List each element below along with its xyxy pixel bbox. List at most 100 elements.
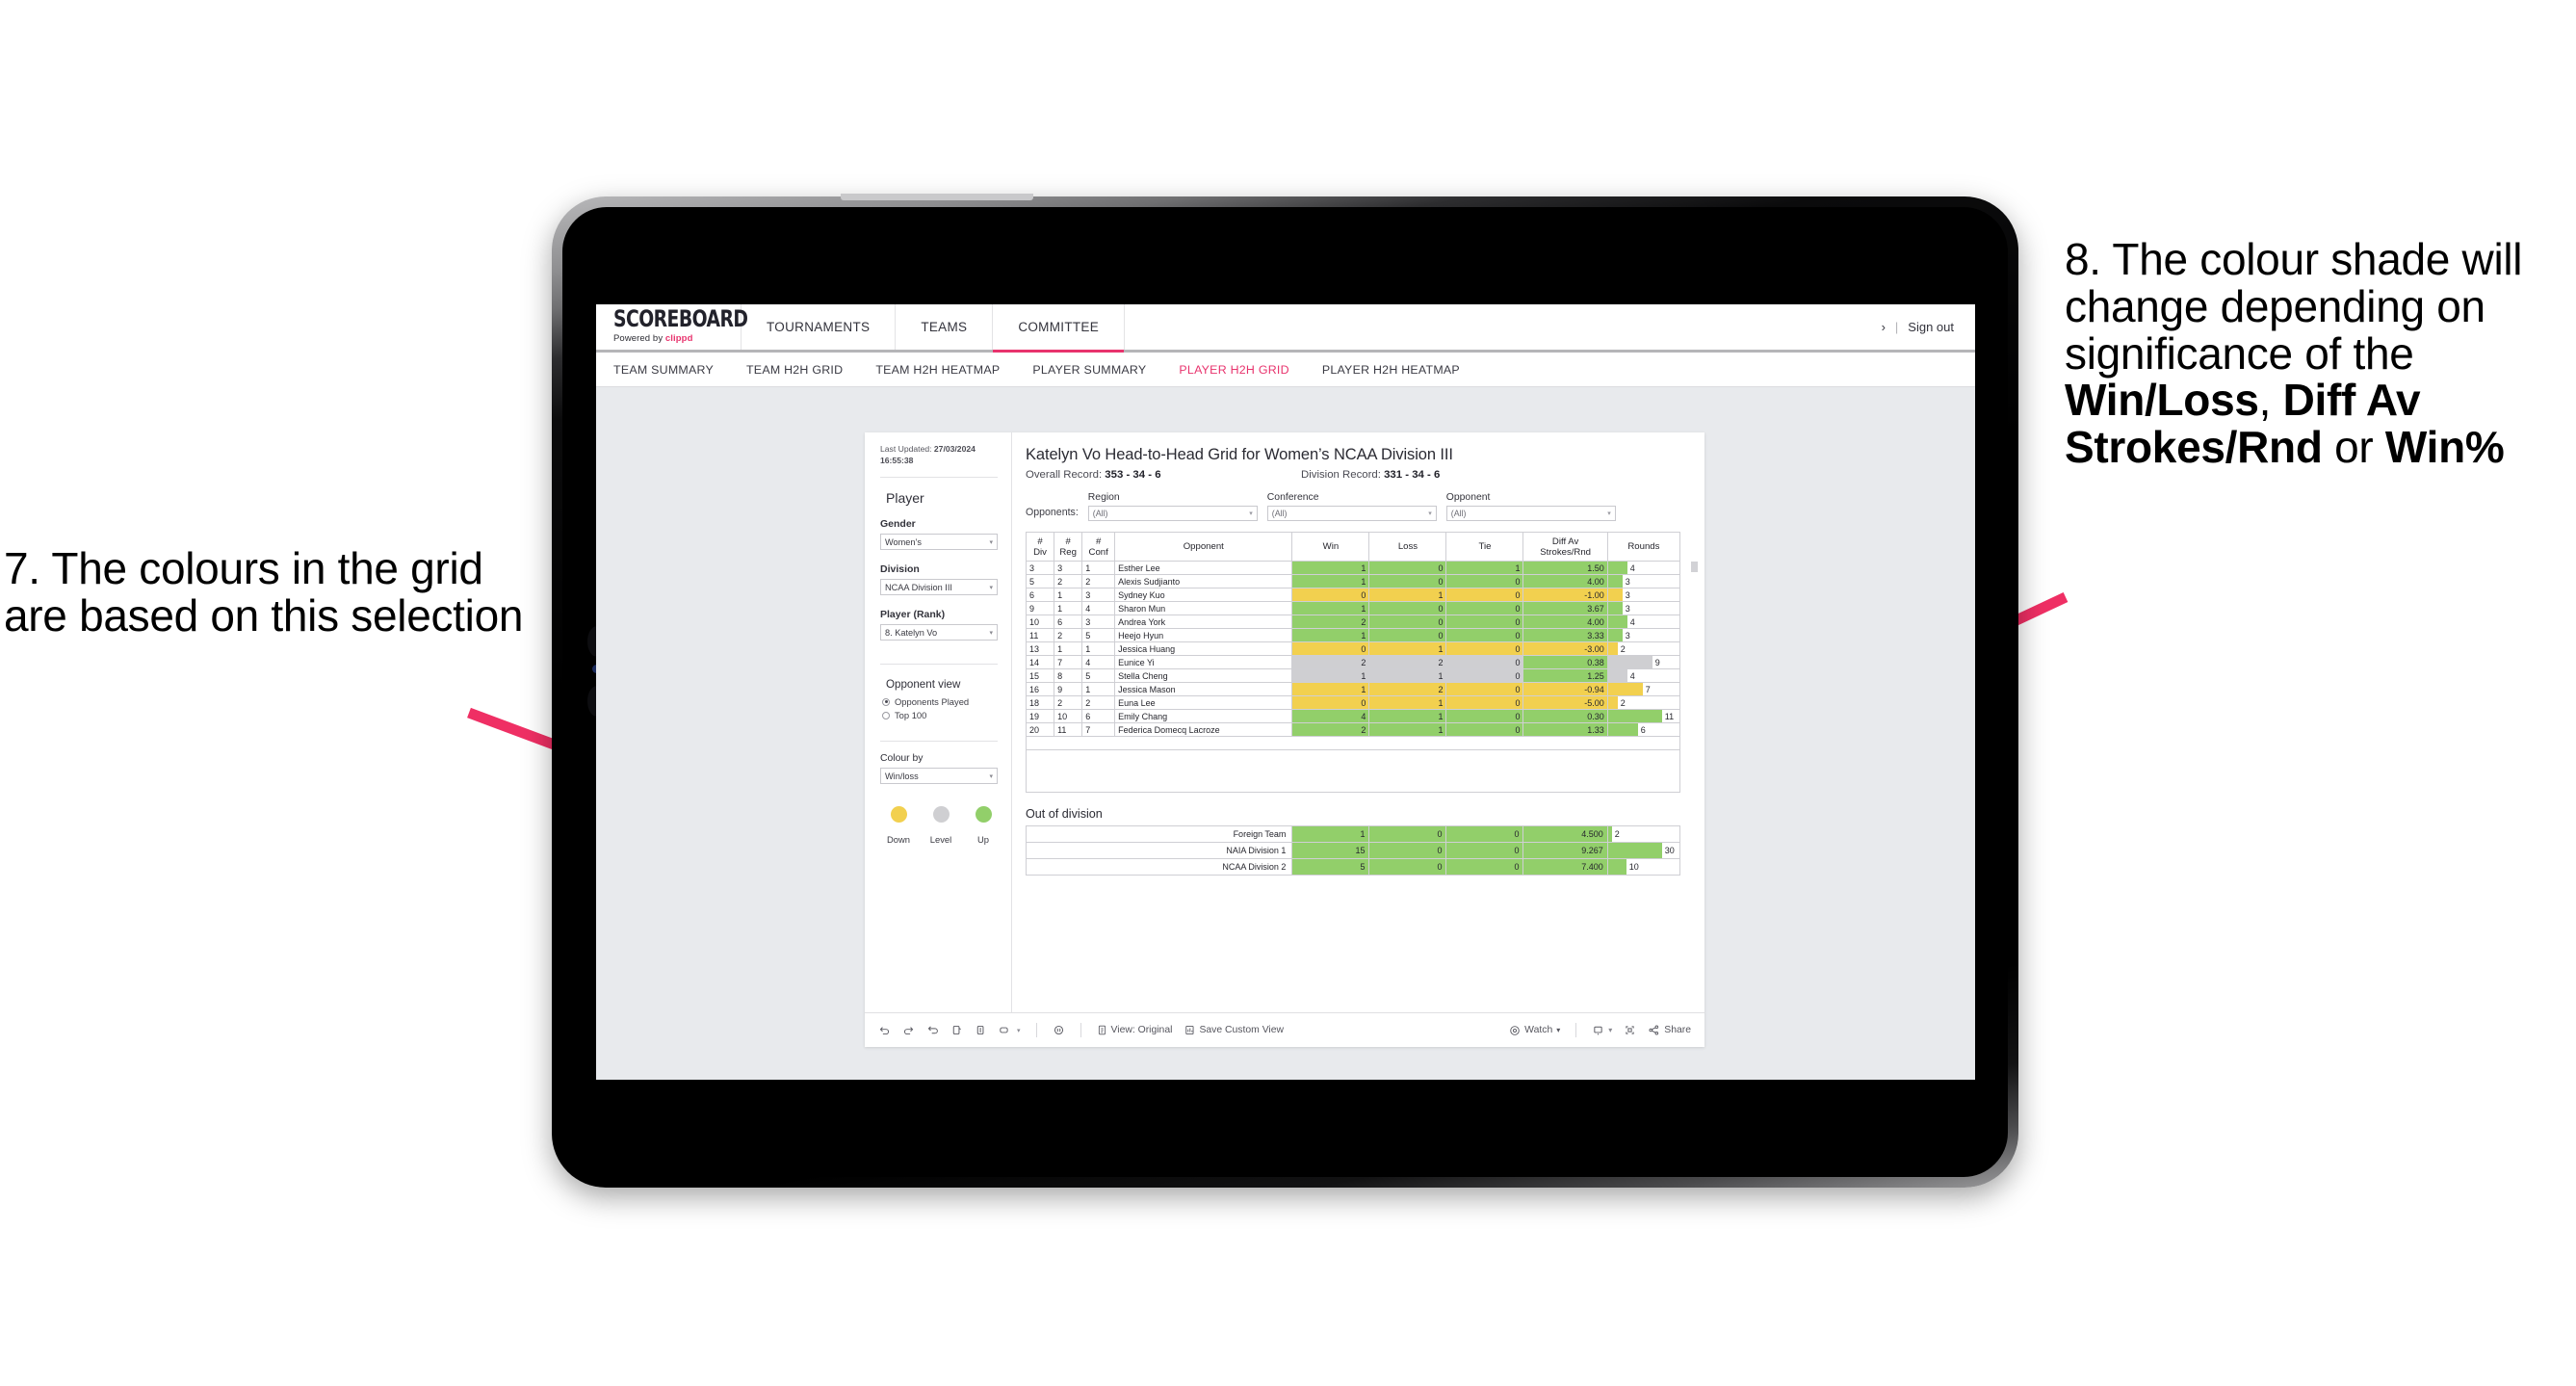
- tab-team-h2h-heatmap[interactable]: TEAM H2H HEATMAP: [875, 363, 1000, 377]
- rounds-value: 2: [1620, 697, 1626, 708]
- view-original-button[interactable]: View: Original: [1097, 1024, 1172, 1036]
- tab-team-summary[interactable]: TEAM SUMMARY: [613, 363, 714, 377]
- table-row[interactable]: 13 1 1 Jessica Huang 0 1 0 -3.00 2: [1025, 641, 1681, 656]
- sign-out-link[interactable]: Sign out: [1908, 320, 1954, 334]
- rounds-bar: [1607, 562, 1627, 574]
- legend-caption-up: Up: [977, 834, 989, 846]
- revert-icon[interactable]: [926, 1024, 939, 1036]
- table-row[interactable]: 16 9 1 Jessica Mason 1 2 0 -0.94 7: [1025, 682, 1681, 696]
- opponent-view-title: Opponent view: [886, 678, 961, 692]
- cell-win: 0: [1291, 695, 1370, 710]
- viz-toolbar: ▾ View: Original Save Custom View Watch …: [865, 1012, 1704, 1047]
- cell-loss: 0: [1368, 561, 1447, 575]
- table-row[interactable]: 20 11 7 Federica Domecq Lacroze 2 1 0 1.33 6: [1025, 722, 1681, 737]
- table-row[interactable]: 6 1 3 Sydney Kuo 0 1 0 -1.00 3: [1025, 588, 1681, 602]
- table-row[interactable]: Foreign Team 1 0 0 4.500 2: [1025, 825, 1681, 843]
- table-row[interactable]: NCAA Division 2 5 0 0 7.400 10: [1025, 858, 1681, 876]
- tab-team-h2h-grid[interactable]: TEAM H2H GRID: [746, 363, 843, 377]
- legend-item-level: Level: [928, 806, 953, 845]
- cell-opponent: Andrea York: [1114, 615, 1293, 629]
- col-rounds: Rounds: [1606, 532, 1681, 562]
- brand-logo[interactable]: SCOREBOARD Powered by clippd: [596, 304, 748, 350]
- col-div-l1: #: [1037, 536, 1043, 547]
- colour-by-select[interactable]: Win/loss ▾: [880, 768, 998, 785]
- cell-tie: 1: [1445, 561, 1524, 575]
- cell-rounds: 3: [1606, 588, 1681, 602]
- chevron-right-icon[interactable]: ›: [1882, 320, 1886, 334]
- radio-opponents-played-label: Opponents Played: [895, 696, 970, 708]
- cell-rounds: 3: [1606, 601, 1681, 615]
- logo-tagline-prefix: Powered by: [613, 332, 665, 344]
- out-of-division-body: Foreign Team 1 0 0 4.500 2 NAIA Division 1 15 0 0…: [1025, 825, 1681, 876]
- cell-loss: 1: [1368, 722, 1447, 737]
- filter-region-select[interactable]: (All) ▾: [1087, 506, 1258, 521]
- share-button[interactable]: Share: [1648, 1024, 1691, 1036]
- tab-player-h2h-grid[interactable]: PLAYER H2H GRID: [1179, 363, 1288, 377]
- col-diff-av-strokes: Diff Av Strokes/Rnd: [1522, 532, 1608, 562]
- radio-unselected-icon: [882, 711, 890, 719]
- nav-item-tournaments[interactable]: TOURNAMENTS: [742, 304, 897, 350]
- filter-player-rank-select[interactable]: 8. Katelyn Vo ▾: [880, 624, 998, 641]
- chevron-down-icon: ▾: [1607, 510, 1611, 517]
- tab-player-summary[interactable]: PLAYER SUMMARY: [1032, 363, 1146, 377]
- radio-top-100[interactable]: Top 100: [882, 710, 998, 720]
- download-icon[interactable]: ▾: [1592, 1024, 1612, 1036]
- undo-icon[interactable]: [878, 1024, 891, 1036]
- filter-division-select[interactable]: NCAA Division III ▾: [880, 579, 998, 596]
- legend-caption-level: Level: [929, 834, 952, 846]
- rounds-bar: [1607, 843, 1662, 858]
- table-row[interactable]: 14 7 4 Eunice Yi 2 2 0 0.38 9: [1025, 655, 1681, 669]
- nav-item-teams[interactable]: TEAMS: [896, 304, 994, 350]
- cell-diff-av-strokes: -3.00: [1522, 641, 1608, 656]
- cell-opponent: Sharon Mun: [1114, 601, 1293, 615]
- table-row[interactable]: 18 2 2 Euna Lee 0 1 0 -5.00 2: [1025, 695, 1681, 710]
- overall-record-value: 353 - 34 - 6: [1105, 469, 1161, 481]
- filter-opponent-select[interactable]: (All) ▾: [1445, 506, 1616, 521]
- cell-conf: 2: [1081, 695, 1116, 710]
- fullscreen-icon[interactable]: [1624, 1024, 1636, 1036]
- rounds-bar: [1607, 656, 1652, 668]
- colour-legend: Down Level Up: [880, 806, 998, 845]
- grid-empty-footer: [1026, 750, 1680, 793]
- watch-button[interactable]: Watch ▾: [1509, 1025, 1560, 1036]
- division-record: Division Record: 331 - 34 - 6: [1301, 469, 1440, 481]
- table-row[interactable]: 3 3 1 Esther Lee 1 0 1 1.50 4: [1025, 561, 1681, 575]
- table-row[interactable]: 11 2 5 Heejo Hyun 1 0 0 3.33 3: [1025, 628, 1681, 642]
- sidebar-divider-2: [880, 664, 998, 666]
- table-row[interactable]: 5 2 2 Alexis Sudjianto 1 0 0 4.00 3: [1025, 574, 1681, 588]
- table-row[interactable]: 15 8 5 Stella Cheng 1 1 0 1.25 4: [1025, 668, 1681, 683]
- table-row[interactable]: NAIA Division 1 15 0 0 9.267 30: [1025, 842, 1681, 859]
- cell-opponent: Alexis Sudjianto: [1114, 574, 1293, 588]
- record-summary: Overall Record: 353 - 34 - 6 Division Re…: [1026, 469, 1689, 481]
- table-row[interactable]: 9 1 4 Sharon Mun 1 0 0 3.67 3: [1025, 601, 1681, 615]
- filter-sidebar: Last Updated: 27/03/2024 16:55:38 Player…: [865, 432, 1012, 1012]
- filter-player-rank-label: Player (Rank): [880, 609, 946, 621]
- filter-gender-select[interactable]: Women’s ▾: [880, 534, 998, 551]
- cell-conf: 2: [1081, 574, 1116, 588]
- cell-rounds: 4: [1606, 615, 1681, 629]
- grid-vertical-scrollbar[interactable]: [1691, 562, 1698, 572]
- save-custom-view-button[interactable]: Save Custom View: [1184, 1024, 1284, 1036]
- table-row-partial: [1026, 736, 1680, 750]
- radio-opponents-played[interactable]: Opponents Played: [882, 696, 998, 707]
- cell-rounds: 7: [1606, 682, 1681, 696]
- redo-icon[interactable]: [902, 1024, 915, 1036]
- grid-header-row: # Div # Reg # Conf Opponent Win Loss Tie Di…: [1025, 532, 1681, 562]
- nav-item-committee[interactable]: COMMITTEE: [993, 304, 1126, 353]
- filter-conference: Conference (All) ▾: [1266, 492, 1437, 521]
- h2h-grid-table: # Div # Reg # Conf Opponent Win Loss Tie Di…: [1025, 532, 1681, 750]
- table-row[interactable]: 19 10 6 Emily Chang 4 1 0 0.30 11: [1025, 709, 1681, 723]
- cell-tie: 0: [1445, 655, 1524, 669]
- filter-conference-select[interactable]: (All) ▾: [1266, 506, 1437, 521]
- cell-tie: 0: [1445, 615, 1524, 629]
- table-row[interactable]: 10 6 3 Andrea York 2 0 0 4.00 4: [1025, 615, 1681, 629]
- refresh-icon[interactable]: [950, 1024, 963, 1036]
- cell-group-name: Foreign Team: [1025, 825, 1293, 843]
- tab-player-h2h-heatmap[interactable]: PLAYER H2H HEATMAP: [1322, 363, 1460, 377]
- pause-icon[interactable]: [1053, 1024, 1065, 1036]
- colour-by-value: Win/loss: [885, 771, 919, 781]
- cell-div: 5: [1025, 574, 1055, 588]
- device-layout-icon[interactable]: ▾: [999, 1024, 1021, 1036]
- cell-win: 1: [1291, 628, 1370, 642]
- pause-auto-update-icon[interactable]: [975, 1024, 987, 1036]
